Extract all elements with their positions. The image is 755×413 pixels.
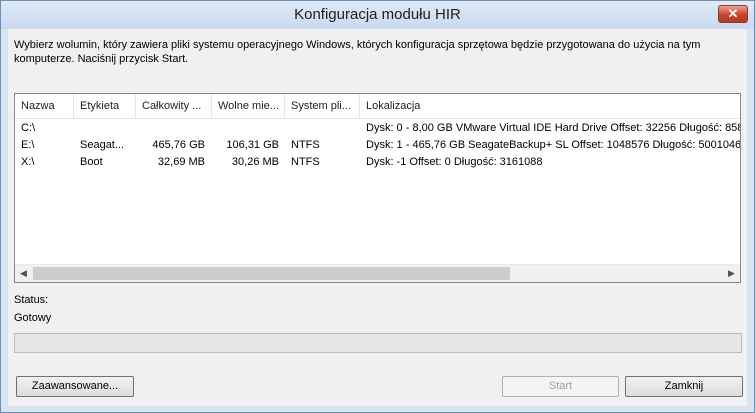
column-header-location[interactable]: Lokalizacja (360, 94, 740, 118)
cell-free: 30,26 MB (231, 156, 279, 168)
column-header-filesystem[interactable]: System pli... (285, 94, 360, 118)
cell-name: E:\ (21, 139, 35, 151)
progress-bar (14, 333, 742, 353)
cell-location: Dysk: 0 - 8,00 GB VMware Virtual IDE Har… (366, 122, 740, 134)
cell-name: X:\ (21, 156, 35, 168)
cell-free: 106,31 GB (226, 139, 279, 151)
horizontal-scrollbar[interactable]: ◀ ▶ (15, 264, 740, 282)
cell-filesystem: NTFS (291, 156, 320, 168)
column-header-total[interactable]: Całkowity ... (136, 94, 212, 118)
column-header-free[interactable]: Wolne mie... (212, 94, 285, 118)
start-button[interactable]: Start (502, 376, 619, 397)
window-title: Konfiguracja modułu HIR (294, 6, 461, 23)
cell-total: 32,69 MB (157, 156, 205, 168)
cell-location: Dysk: 1 - 465,76 GB SeagateBackup+ SL Of… (366, 139, 740, 151)
table-row[interactable]: X:\ Boot 32,69 MB 30,26 MB NTFS Dysk: -1… (15, 154, 740, 170)
instructions-text: Wybierz wolumin, który zawiera pliki sys… (14, 39, 701, 65)
close-button[interactable]: Zamknij (625, 376, 743, 397)
table-row[interactable]: C:\ Dysk: 0 - 8,00 GB VMware Virtual IDE… (15, 120, 740, 136)
title-bar[interactable]: Konfiguracja modułu HIR ✕ (1, 1, 754, 29)
column-header-label[interactable]: Etykieta (74, 94, 136, 118)
scroll-right-icon[interactable]: ▶ (723, 265, 740, 282)
cell-label: Seagat... (80, 139, 125, 151)
cell-label: Boot (80, 156, 103, 168)
cell-location: Dysk: -1 Offset: 0 Długość: 3161088 (366, 156, 543, 168)
status-value: Gotowy (14, 312, 52, 324)
close-window-button[interactable]: ✕ (718, 5, 748, 23)
cell-name: C:\ (21, 122, 36, 134)
dialog-window: Konfiguracja modułu HIR ✕ Wybierz wolumi… (0, 0, 755, 413)
column-header-name[interactable]: Nazwa (15, 94, 74, 118)
advanced-button[interactable]: Zaawansowane... (16, 376, 134, 397)
cell-total: 465,76 GB (152, 139, 205, 151)
dialog-client-area: Wybierz wolumin, który zawiera pliki sys… (8, 29, 747, 406)
table-row[interactable]: E:\ Seagat... 465,76 GB 106,31 GB NTFS D… (15, 137, 740, 153)
status-label: Status: (14, 294, 49, 306)
scrollbar-thumb[interactable] (33, 267, 510, 280)
volume-list[interactable]: Nazwa Etykieta Całkowity ... Wolne mie..… (14, 93, 741, 283)
scroll-left-icon[interactable]: ◀ (15, 265, 32, 282)
list-header: Nazwa Etykieta Całkowity ... Wolne mie..… (15, 94, 740, 119)
cell-filesystem: NTFS (291, 139, 320, 151)
